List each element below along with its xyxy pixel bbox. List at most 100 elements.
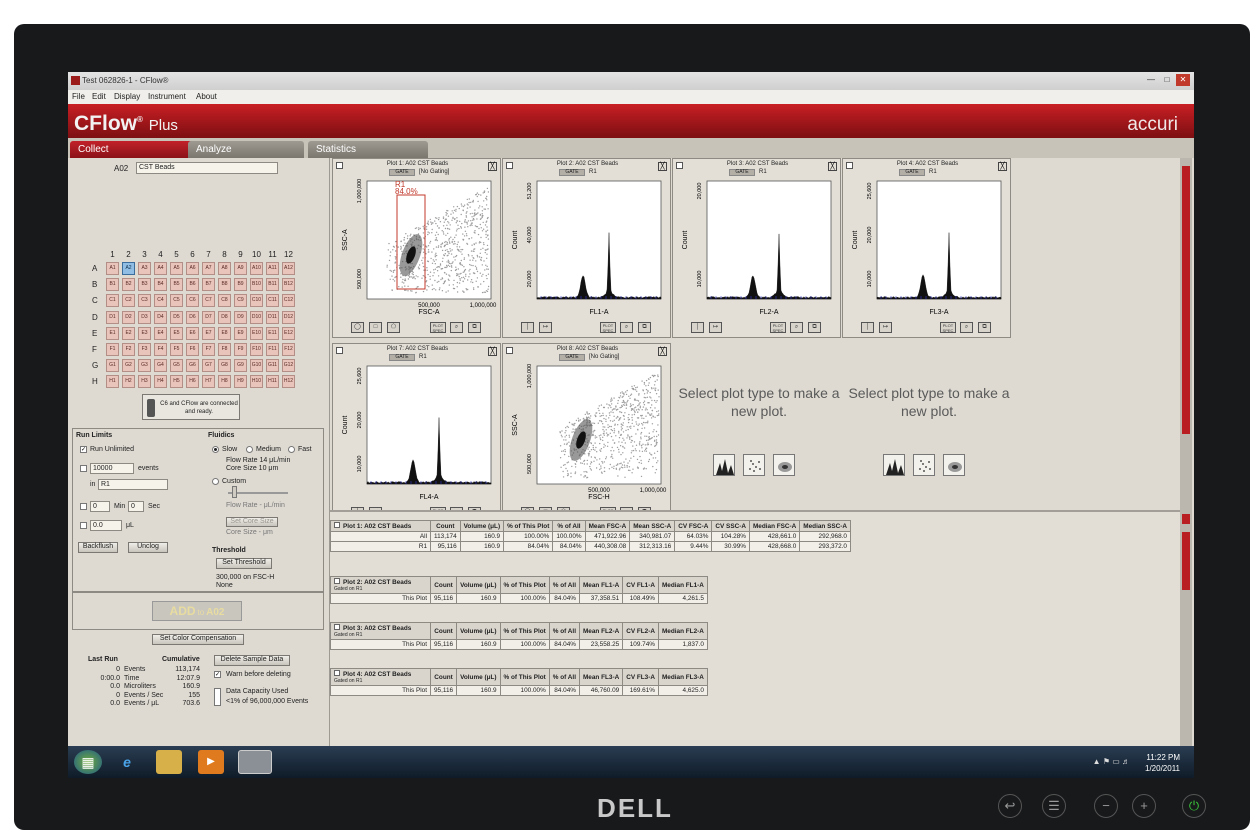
well-b10[interactable]: B10 xyxy=(250,278,263,292)
marker-gate-icon[interactable]: ↦ xyxy=(709,322,722,333)
plot-spec-button[interactable]: PLOT SPEC xyxy=(430,322,446,333)
zoom-fit-icon[interactable]: ⧉ xyxy=(638,322,651,333)
well-a2[interactable]: A2 xyxy=(122,262,135,275)
set-threshold-button[interactable]: Set Threshold xyxy=(216,558,272,569)
internet-explorer-icon[interactable]: e xyxy=(114,750,140,774)
well-d10[interactable]: D10 xyxy=(250,310,263,324)
power-icon[interactable]: ⏻ xyxy=(1182,794,1206,818)
stats-scrollbar-thumb[interactable] xyxy=(1182,532,1190,590)
warn-before-deleting-checkbox[interactable]: ✓ xyxy=(214,671,221,678)
plot-panel[interactable]: Plot 7: A02 CST Beads GATE R1 ╳ 10,000 20,000… xyxy=(332,343,501,523)
well-e10[interactable]: E10 xyxy=(250,326,263,340)
well-a11[interactable]: A11 xyxy=(266,262,279,275)
well-e4[interactable]: E4 xyxy=(154,326,167,340)
density-plot-type-icon[interactable] xyxy=(773,454,795,476)
well-a9[interactable]: A9 xyxy=(234,262,247,275)
well-g9[interactable]: G9 xyxy=(234,359,247,373)
well-c4[interactable]: C4 xyxy=(154,294,167,308)
well-g4[interactable]: G4 xyxy=(154,359,167,373)
marker-gate-icon[interactable]: ↦ xyxy=(879,322,892,333)
events-limit-input[interactable]: 10000 xyxy=(90,463,134,474)
well-d3[interactable]: D3 xyxy=(138,310,151,324)
well-d1[interactable]: D1 xyxy=(106,310,119,324)
well-c7[interactable]: C7 xyxy=(202,294,215,308)
minutes-input[interactable]: 0 xyxy=(90,501,110,512)
well-g8[interactable]: G8 xyxy=(218,359,231,373)
delete-sample-data-button[interactable]: Delete Sample Data xyxy=(214,655,290,666)
well-e8[interactable]: E8 xyxy=(218,326,231,340)
well-h8[interactable]: H8 xyxy=(218,375,231,389)
well-f7[interactable]: F7 xyxy=(202,343,215,356)
well-e9[interactable]: E9 xyxy=(234,326,247,340)
well-c9[interactable]: C9 xyxy=(234,294,247,308)
well-b8[interactable]: B8 xyxy=(218,278,231,292)
well-h7[interactable]: H7 xyxy=(202,375,215,389)
well-f1[interactable]: F1 xyxy=(106,343,119,356)
scrollbar-thumb[interactable] xyxy=(1182,166,1190,434)
marker-gate-icon[interactable]: ↦ xyxy=(539,322,552,333)
zoom-fit-icon[interactable]: ⧉ xyxy=(978,322,991,333)
plot-spec-button[interactable]: PLOT SPEC xyxy=(600,322,616,333)
well-b3[interactable]: B3 xyxy=(138,278,151,292)
well-d9[interactable]: D9 xyxy=(234,310,247,324)
well-a7[interactable]: A7 xyxy=(202,262,215,275)
well-h1[interactable]: H1 xyxy=(106,375,119,389)
well-d8[interactable]: D8 xyxy=(218,310,231,324)
well-e1[interactable]: E1 xyxy=(106,326,119,340)
well-g7[interactable]: G7 xyxy=(202,359,215,373)
cflow-taskbar-icon[interactable] xyxy=(238,750,272,774)
well-h4[interactable]: H4 xyxy=(154,375,167,389)
system-clock[interactable]: 11:22 PM 1/20/2011 xyxy=(1145,752,1180,774)
well-d5[interactable]: D5 xyxy=(170,310,183,324)
flow-rate-slider[interactable] xyxy=(228,492,288,494)
well-e3[interactable]: E3 xyxy=(138,326,151,340)
plot-spec-button[interactable]: PLOT SPEC xyxy=(940,322,956,333)
well-h12[interactable]: H12 xyxy=(282,375,295,389)
plot-scrollbar[interactable] xyxy=(1180,158,1192,778)
zoom-icon[interactable]: ⌕ xyxy=(450,322,463,333)
well-a3[interactable]: A3 xyxy=(138,262,151,275)
well-b5[interactable]: B5 xyxy=(170,278,183,292)
gate-select[interactable]: R1 xyxy=(98,479,168,490)
menu-instrument[interactable]: Instrument xyxy=(148,92,186,101)
well-c3[interactable]: C3 xyxy=(138,294,151,308)
rect-gate-icon[interactable]: □ xyxy=(369,322,382,333)
well-f9[interactable]: F9 xyxy=(234,343,247,356)
menu-icon[interactable]: ☰ xyxy=(1042,794,1066,818)
plus-icon[interactable]: + xyxy=(1132,794,1156,818)
plot-spec-button[interactable]: PLOT SPEC xyxy=(770,322,786,333)
well-e5[interactable]: E5 xyxy=(170,326,183,340)
well-h5[interactable]: H5 xyxy=(170,375,183,389)
menu-file[interactable]: File xyxy=(72,92,85,101)
well-e12[interactable]: E12 xyxy=(282,326,295,340)
menu-about[interactable]: About xyxy=(196,92,217,101)
well-g11[interactable]: G11 xyxy=(266,359,279,373)
well-g6[interactable]: G6 xyxy=(186,359,199,373)
add-to-well-button[interactable]: ADD to A02 xyxy=(152,601,242,621)
well-b12[interactable]: B12 xyxy=(282,278,295,292)
fluidics-slow-radio[interactable] xyxy=(212,446,219,453)
well-d11[interactable]: D11 xyxy=(266,310,279,324)
well-a8[interactable]: A8 xyxy=(218,262,231,275)
stats-table-checkbox[interactable] xyxy=(334,522,340,528)
range-gate-icon[interactable]: │ xyxy=(691,322,704,333)
oval-gate-icon[interactable]: ◯ xyxy=(351,322,364,333)
well-b2[interactable]: B2 xyxy=(122,278,135,292)
unclog-button[interactable]: Unclog xyxy=(128,542,168,553)
well-c11[interactable]: C11 xyxy=(266,294,279,308)
plot-panel[interactable]: Plot 8: A02 CST Beads GATE [No Gating] ╳ 500… xyxy=(502,343,671,523)
well-a10[interactable]: A10 xyxy=(250,262,263,275)
well-a5[interactable]: A5 xyxy=(170,262,183,275)
menu-edit[interactable]: Edit xyxy=(92,92,106,101)
well-d4[interactable]: D4 xyxy=(154,310,167,324)
well-g5[interactable]: G5 xyxy=(170,359,183,373)
start-button-icon[interactable]: ▦ xyxy=(74,750,102,774)
well-b7[interactable]: B7 xyxy=(202,278,215,292)
well-h10[interactable]: H10 xyxy=(250,375,263,389)
tab-analyze[interactable]: Analyze xyxy=(188,141,304,158)
minus-icon[interactable]: − xyxy=(1094,794,1118,818)
well-h9[interactable]: H9 xyxy=(234,375,247,389)
well-f10[interactable]: F10 xyxy=(250,343,263,356)
plot-panel[interactable]: Plot 3: A02 CST Beads GATE R1 ╳ 10,000 20,000… xyxy=(672,158,841,338)
well-c10[interactable]: C10 xyxy=(250,294,263,308)
